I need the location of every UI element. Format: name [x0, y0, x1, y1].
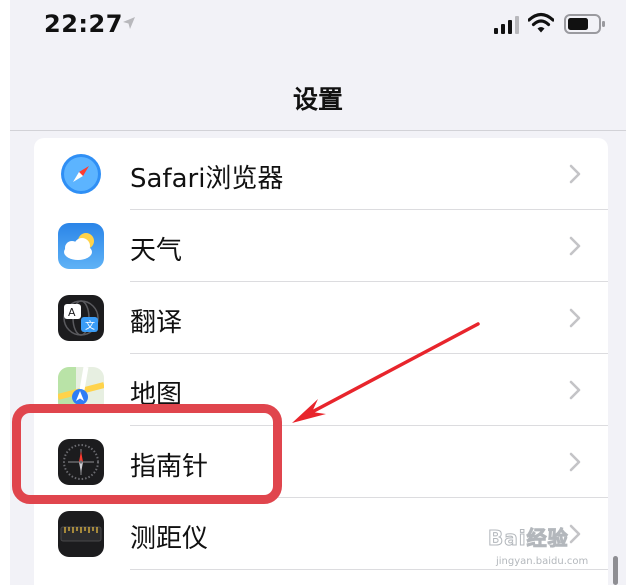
watermark-logo: Bai经验 jingyan.baidu.com — [488, 516, 628, 582]
annotation-arrow-icon — [292, 322, 480, 423]
watermark-brand: Bai经验 — [488, 526, 569, 551]
watermark-url: jingyan.baidu.com — [496, 556, 589, 567]
